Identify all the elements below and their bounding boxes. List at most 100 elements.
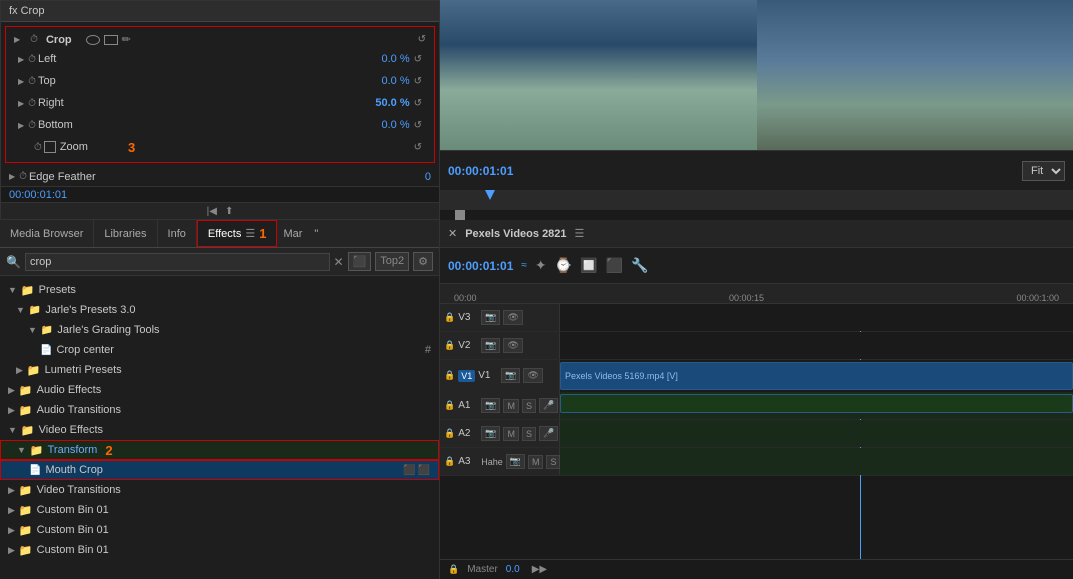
ellipse-shape-icon[interactable] [86,35,100,45]
right-stopwatch[interactable]: ⏱ [28,98,36,109]
tab-more[interactable]: " [308,228,324,240]
tab-media-browser[interactable]: Media Browser [0,220,94,247]
search-clear-icon[interactable]: ✕ [334,255,344,269]
crop-stopwatch-icon[interactable]: ⏱ [30,34,38,45]
drag-icon-2[interactable]: ⬛ [418,465,430,476]
crop-chevron-icon[interactable]: ▶ [14,35,20,44]
razor-icon[interactable]: 🔲 [580,257,597,274]
jarle-grading-folder[interactable]: ▼ 📁 Jarle's Grading Tools [0,320,439,340]
search-tool-1[interactable]: ⬛ [348,252,372,271]
track-a1-content[interactable] [560,392,1073,419]
a3-lock-icon[interactable]: 🔒 [444,456,455,467]
snap-icon[interactable]: ✦ [535,257,547,274]
v3-sync-btn[interactable]: 📷 [481,310,500,325]
track-a3-content[interactable] [560,448,1073,475]
a2-s-btn[interactable]: S [522,427,536,441]
export-icon[interactable]: ⬆ [225,206,233,217]
left-reset[interactable]: ↺ [414,54,422,65]
transform-folder[interactable]: ▼ 📁 Transform 2 [0,440,439,460]
left-value[interactable]: 0.0 % [381,53,409,65]
tab-info[interactable]: Info [158,220,197,247]
scrub-handle[interactable] [455,210,465,220]
pen-tool-icon[interactable]: ✏ [122,33,131,46]
rect-shape-icon[interactable] [104,35,118,45]
v3-eye-btn[interactable]: 👁 [503,310,522,325]
timeline-menu-icon[interactable]: ☰ [575,227,585,240]
track-v1-content[interactable]: Pexels Videos 5169.mp4 [V] [560,360,1073,392]
edge-feather-chevron[interactable]: ▶ [9,172,15,181]
timeline-scrubber[interactable] [440,210,1073,220]
top-stopwatch[interactable]: ⏱ [28,76,36,87]
bottom-reset[interactable]: ↺ [414,120,422,131]
audio-transitions-folder[interactable]: ▶ 📁 Audio Transitions [0,400,439,420]
a1-m-btn[interactable]: M [503,399,519,413]
timeline-close-icon[interactable]: ✕ [448,227,457,240]
top-chevron[interactable]: ▶ [18,77,24,86]
master-value[interactable]: 0.0 [506,564,520,575]
right-value[interactable]: 50.0 % [375,97,409,109]
a3-s-btn[interactable]: S [546,455,560,469]
right-chevron[interactable]: ▶ [18,99,24,108]
custom-bin-3[interactable]: ▶ 📁 Custom Bin 01 [0,540,439,560]
timecode-edit-icon[interactable]: ≈ [521,260,527,271]
right-reset[interactable]: ↺ [414,98,422,109]
play-to-in-icon[interactable]: |◀ [207,206,217,217]
a3-sync-btn[interactable]: 📷 [506,454,525,469]
preview-timecode[interactable]: 00:00:01:01 [448,164,513,178]
track-v2-content[interactable] [560,332,1073,359]
a1-sync-btn[interactable]: 📷 [481,398,500,413]
presets-folder[interactable]: ▼ 📁 Presets [0,280,439,300]
v1-sync-btn[interactable]: 📷 [501,368,520,383]
crop-center-item[interactable]: 📄 Crop center # [0,340,439,360]
left-chevron[interactable]: ▶ [18,55,24,64]
timeline-timecode[interactable]: 00:00:01:01 [448,259,513,273]
master-lock-icon[interactable]: 🔒 [448,564,459,575]
master-play-icon[interactable]: ▶▶ [532,564,547,575]
a1-clip[interactable] [560,394,1073,413]
search-input[interactable] [25,253,330,271]
v1-eye-btn[interactable]: 👁 [523,368,542,383]
bottom-value[interactable]: 0.0 % [381,119,409,131]
bottom-chevron[interactable]: ▶ [18,121,24,130]
drag-icon-1[interactable]: ⬛ [403,465,415,476]
audio-effects-folder[interactable]: ▶ 📁 Audio Effects [0,380,439,400]
search-tool-3[interactable]: ⚙ [413,252,433,271]
a3-m-btn[interactable]: M [528,455,544,469]
jarle-presets-folder[interactable]: ▼ 📁 Jarle's Presets 3.0 [0,300,439,320]
zoom-checkbox[interactable] [44,141,56,153]
mouth-crop-item[interactable]: 📄 Mouth Crop ⬛ ⬛ [0,460,439,480]
track-v3-content[interactable] [560,304,1073,331]
tab-libraries[interactable]: Libraries [94,220,157,247]
fit-dropdown[interactable]: Fit [1022,161,1065,181]
v1-lock-icon[interactable]: 🔒 [444,370,455,381]
marker-icon[interactable]: ⬛ [606,257,623,274]
v1-selector[interactable]: V1 [458,370,475,382]
bottom-stopwatch[interactable]: ⏱ [28,120,36,131]
custom-bin-1[interactable]: ▶ 📁 Custom Bin 01 [0,500,439,520]
tab-effects[interactable]: Effects ☰ 1 [197,220,278,247]
lumetri-folder[interactable]: ▶ 📁 Lumetri Presets [0,360,439,380]
link-icon[interactable]: ⌚ [555,257,572,274]
custom-bin-2[interactable]: ▶ 📁 Custom Bin 01 [0,520,439,540]
a2-m-btn[interactable]: M [503,427,519,441]
top-reset[interactable]: ↺ [414,76,422,87]
preview-timeline[interactable] [440,190,1073,220]
top-value[interactable]: 0.0 % [381,75,409,87]
search-tool-2[interactable]: Top2 [375,252,409,271]
video-effects-folder[interactable]: ▼ 📁 Video Effects [0,420,439,440]
a1-s-btn[interactable]: S [522,399,536,413]
v2-eye-btn[interactable]: 👁 [503,338,522,353]
a1-mic-btn[interactable]: 🎤 [539,398,558,413]
a2-sync-btn[interactable]: 📷 [481,426,500,441]
video-transitions-folder[interactable]: ▶ 📁 Video Transitions [0,480,439,500]
track-a2-content[interactable] [560,420,1073,447]
a2-mic-btn[interactable]: 🎤 [539,426,558,441]
v2-sync-btn[interactable]: 📷 [481,338,500,353]
reset-icon[interactable]: ↺ [418,34,426,45]
tab-mar[interactable]: Mar [277,228,308,240]
zoom-reset[interactable]: ↺ [414,142,422,153]
left-stopwatch[interactable]: ⏱ [28,54,36,65]
edge-feather-value[interactable]: 0 [425,171,431,183]
a2-lock-icon[interactable]: 🔒 [444,428,455,439]
wrench-icon[interactable]: 🔧 [631,257,648,274]
